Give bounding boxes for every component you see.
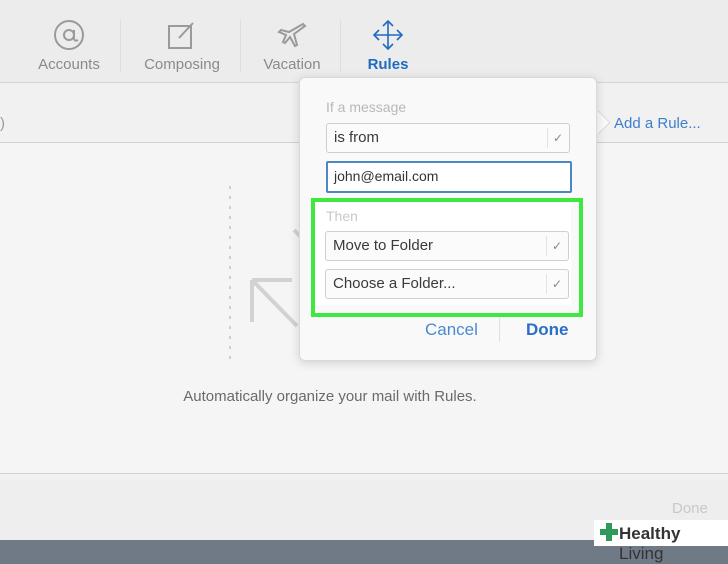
watermark-regular: Living [619, 544, 664, 563]
condition-label: If a message [326, 99, 407, 115]
tab-composing[interactable]: Composing [127, 18, 237, 80]
rules-list-header: ) [0, 115, 5, 132]
chevron-down-icon: ✓ [546, 236, 567, 256]
watermark-bold: Healthy [619, 524, 681, 543]
health-cross-icon [600, 523, 618, 546]
airplane-icon [237, 18, 347, 56]
compose-icon [127, 18, 237, 56]
toolbar-divider [120, 20, 121, 72]
tab-accounts[interactable]: Accounts [14, 18, 124, 80]
tab-rules[interactable]: Rules [333, 18, 443, 80]
email-field[interactable]: john@email.com [326, 161, 572, 193]
watermark-text: Healthy Living [619, 524, 728, 564]
preferences-toolbar: Accounts Composing Vacation Rules [0, 0, 728, 83]
condition-select[interactable]: is from ✓ [326, 123, 570, 153]
empty-state-message: Automatically organize your mail with Ru… [183, 388, 477, 405]
action-section: Then Move to Folder ✓ Choose a Folder...… [315, 202, 571, 305]
folder-select-value: Choose a Folder... [333, 275, 456, 292]
tab-vacation-label: Vacation [263, 56, 321, 73]
chevron-down-icon: ✓ [547, 128, 568, 148]
action-select[interactable]: Move to Folder ✓ [325, 231, 569, 261]
tab-rules-label: Rules [367, 56, 409, 73]
arrows-move-icon [333, 18, 443, 56]
action-label: Then [326, 208, 358, 224]
tab-accounts-label: Accounts [38, 56, 100, 73]
email-field-value: john@email.com [334, 168, 439, 184]
footer-done-button[interactable]: Done [672, 500, 708, 517]
chevron-down-icon: ✓ [546, 274, 567, 294]
tab-vacation[interactable]: Vacation [237, 18, 347, 80]
tab-composing-label: Composing [144, 56, 220, 73]
add-rule-link[interactable]: Add a Rule... [614, 115, 701, 132]
action-select-value: Move to Folder [333, 237, 434, 254]
at-sign-icon [14, 18, 124, 56]
folder-select[interactable]: Choose a Folder... ✓ [325, 269, 569, 299]
watermark: Healthy Living [594, 520, 728, 563]
condition-select-value: is from [334, 129, 379, 146]
